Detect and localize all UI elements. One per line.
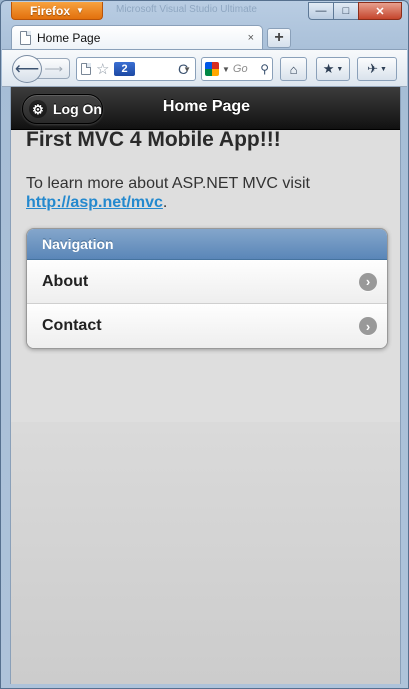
- nav-item-contact[interactable]: Contact ›: [27, 304, 387, 348]
- page-viewport: ⚙ Log On Home Page First MVC 4 Mobile Ap…: [10, 87, 401, 684]
- back-button[interactable]: ⟵: [12, 55, 42, 83]
- new-tab-button[interactable]: +: [267, 28, 291, 48]
- close-window-button[interactable]: ✕: [358, 2, 402, 20]
- bookmarks-icon: ★: [322, 61, 335, 76]
- intro-text: To learn more about ASP.NET MVC visit: [26, 175, 310, 192]
- intro-trailing: .: [162, 194, 168, 211]
- page-header: ⚙ Log On Home Page: [11, 87, 400, 130]
- content-lower-area: [11, 422, 400, 684]
- content-heading: First MVC 4 Mobile App!!!: [26, 128, 281, 151]
- navigation-header: Navigation: [27, 229, 387, 260]
- log-on-button[interactable]: ⚙ Log On: [22, 94, 103, 124]
- arrow-right-icon: ›: [359, 317, 377, 335]
- chevron-down-icon: ▼: [336, 65, 344, 73]
- arrow-left-icon: ⟵: [14, 59, 40, 78]
- nav-item-about[interactable]: About ›: [27, 260, 387, 304]
- minimize-button[interactable]: —: [308, 2, 334, 20]
- window-controls: — □ ✕: [308, 2, 402, 20]
- home-button[interactable]: ⌂: [280, 57, 307, 81]
- nav-item-label: About: [42, 272, 89, 290]
- tab-title: Home Page: [37, 30, 101, 45]
- search-engine-dropdown-icon[interactable]: ▼: [222, 65, 230, 74]
- chevron-down-icon: ▼: [76, 6, 84, 15]
- maximize-button[interactable]: □: [333, 2, 359, 20]
- page-title: Home Page: [162, 98, 251, 115]
- home-icon: ⌂: [289, 61, 298, 77]
- log-on-label: Log On: [53, 101, 102, 117]
- reload-icon: C: [177, 61, 189, 77]
- navigation-toolbar: ⟶ ⟵ ☆ 2 ▼ C ▼ Go ⚲ ⌂ ★ ▼ ✈ ▼: [2, 49, 407, 87]
- search-placeholder: Go: [232, 63, 248, 75]
- tab-close-icon[interactable]: ×: [248, 32, 254, 44]
- gear-icon: ⚙: [29, 100, 47, 118]
- tab-home-page[interactable]: Home Page ×: [11, 25, 263, 49]
- chevron-down-icon: ▼: [379, 65, 387, 73]
- addon-icon: ✈: [367, 61, 378, 76]
- firefox-menu-label: Firefox: [30, 3, 71, 18]
- browser-window: Firefox ▼ Microsoft Visual Studio Ultima…: [0, 0, 409, 689]
- nav-item-label: Contact: [42, 317, 102, 334]
- arrow-right-icon: ⟶: [44, 60, 63, 76]
- firefox-menu-button[interactable]: Firefox ▼: [11, 2, 103, 20]
- reload-button[interactable]: C: [174, 60, 192, 78]
- addon-button[interactable]: ✈ ▼: [357, 57, 397, 81]
- google-icon[interactable]: [205, 62, 219, 76]
- bookmarks-button[interactable]: ★ ▼: [316, 57, 350, 81]
- bookmark-star-icon[interactable]: ☆: [96, 62, 109, 77]
- arrow-right-icon: ›: [359, 272, 377, 291]
- navigation-list: Navigation About › Contact ›: [26, 228, 388, 349]
- page-icon: [20, 30, 31, 45]
- site-identity-icon[interactable]: [81, 63, 91, 75]
- search-icon[interactable]: ⚲: [260, 62, 269, 76]
- intro-paragraph: To learn more about ASP.NET MVC visit ht…: [26, 174, 386, 212]
- search-bar[interactable]: ▼ Go ⚲: [201, 57, 273, 81]
- back-forward-group: ⟶ ⟵: [12, 55, 70, 83]
- tab-count-badge: 2: [114, 62, 135, 76]
- asp-net-mvc-link[interactable]: http://asp.net/mvc: [26, 194, 163, 211]
- window-title: Microsoft Visual Studio Ultimate: [116, 4, 257, 15]
